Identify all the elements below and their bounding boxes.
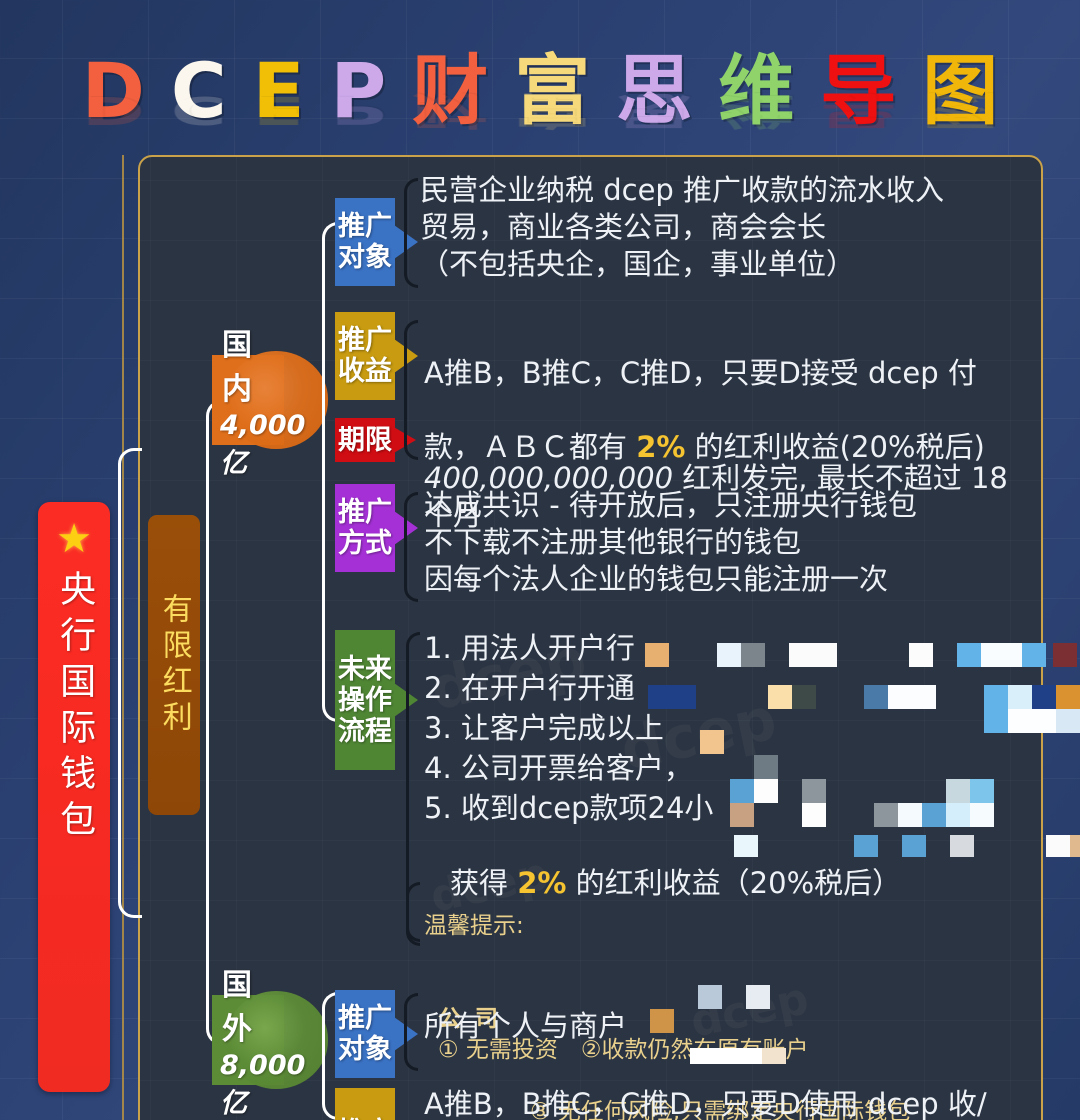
flow-step-5: 5. 收到dcep款项24小 <box>424 791 714 825</box>
tip-title: 温馨提示: <box>424 913 524 939</box>
title-char-6: 思 <box>603 53 705 129</box>
badge-future-flow[interactable]: 未来 操作 流程 <box>335 630 418 770</box>
badge-promo-target-overseas[interactable]: 推广 对象 <box>335 990 418 1078</box>
text-overseas-profit: A推B，B推C，C推D，只要D使用 dcep 收/ <box>424 1087 987 1120</box>
badge-promo-profit-overseas[interactable]: 推广 <box>335 1088 395 1120</box>
connector-root-to-l1 <box>118 448 142 918</box>
star-icon: ★ <box>56 517 92 561</box>
node-limited-dividend[interactable]: 有限红利 <box>148 515 200 815</box>
branch-overseas-amount: 8,000亿 <box>220 1050 306 1119</box>
tip-block: 温馨提示: 公 司 ① 无需投资 ②收款仍然在原有账户 ③ 无任何风险,只需绑定… <box>424 880 1024 1120</box>
title-char-2: E <box>240 53 318 129</box>
title-char-7: 维 <box>705 53 807 129</box>
flow-step-1: 1. 用法人开户行 <box>424 631 635 665</box>
text-overseas-target: 所有个人与商户 <box>424 1009 628 1043</box>
title-char-3: P <box>318 53 400 129</box>
badge-promo-method-label: 推广 方式 <box>338 497 392 559</box>
badge-promo-target[interactable]: 推广 对象 <box>335 198 418 286</box>
title-char-4: 财 <box>399 53 501 129</box>
node-limited-dividend-label: 有限红利 <box>156 593 192 737</box>
page-title: DCEP财富思维导图 <box>0 36 1080 146</box>
badge-term[interactable]: 期限 <box>335 418 416 462</box>
connector-text-overseas-target <box>404 993 418 1071</box>
title-char-9: 图 <box>909 53 1011 129</box>
connector-tip <box>406 882 420 946</box>
title-char-5: 富 <box>501 53 603 129</box>
connector-text-target <box>404 178 418 288</box>
branch-overseas[interactable]: 国 外 8,000亿 <box>212 968 328 1119</box>
badge-promo-profit-label: 推广 收益 <box>338 325 392 387</box>
connector-l1-to-branches <box>206 400 228 1045</box>
badge-term-label: 期限 <box>338 424 392 456</box>
connector-text-method <box>404 492 418 602</box>
branch-domestic[interactable]: 国 内 4,000亿 <box>212 328 328 479</box>
badge-promo-target-label: 推广 对象 <box>338 211 392 273</box>
text-flow-steps: 1. 用法人开户行 2. 在开户行开通 3. 让客户完成以上 4. 公司开票给客户， 5… <box>424 628 1024 828</box>
branch-domestic-amount: 4,000亿 <box>220 410 306 479</box>
badge-promo-method[interactable]: 推广 方式 <box>335 484 418 572</box>
text-promo-target: 民营企业纳税 dcep 推广收款的流水收入 贸易，商业各类公司，商会会长 （不包… <box>420 173 945 281</box>
text-promo-method: 达成共识 - 待开放后，只注册央行钱包 不下载不注册其他银行的钱包 因每个法人企… <box>424 488 917 596</box>
flow-step-2: 2. 在开户行开通 <box>424 671 635 705</box>
connector-text-profit-term <box>404 320 418 460</box>
flow-step-3: 3. 让客户完成以上 <box>424 711 664 745</box>
text-promo-profit-line1: A推B，B推C，C推D，只要D接受 dcep 付 <box>424 356 977 390</box>
badge-promo-target-overseas-label: 推广 对象 <box>338 1003 392 1065</box>
root-node-label: 央行国际钱包 <box>54 570 96 846</box>
branch-overseas-name: 国 外 <box>222 968 310 1047</box>
title-char-1: C <box>158 53 240 129</box>
title-char-0: D <box>69 53 158 129</box>
title-char-8: 导 <box>807 53 909 129</box>
flow-step-4: 4. 公司开票给客户， <box>424 751 693 785</box>
branch-domestic-name: 国 内 <box>222 328 310 407</box>
badge-promo-profit-overseas-label: 推广 <box>338 1117 392 1120</box>
badge-promo-profit[interactable]: 推广 收益 <box>335 312 418 400</box>
badge-future-flow-label: 未来 操作 流程 <box>338 653 392 747</box>
root-node-central-bank-wallet[interactable]: ★ 央行国际钱包 <box>38 502 110 1092</box>
